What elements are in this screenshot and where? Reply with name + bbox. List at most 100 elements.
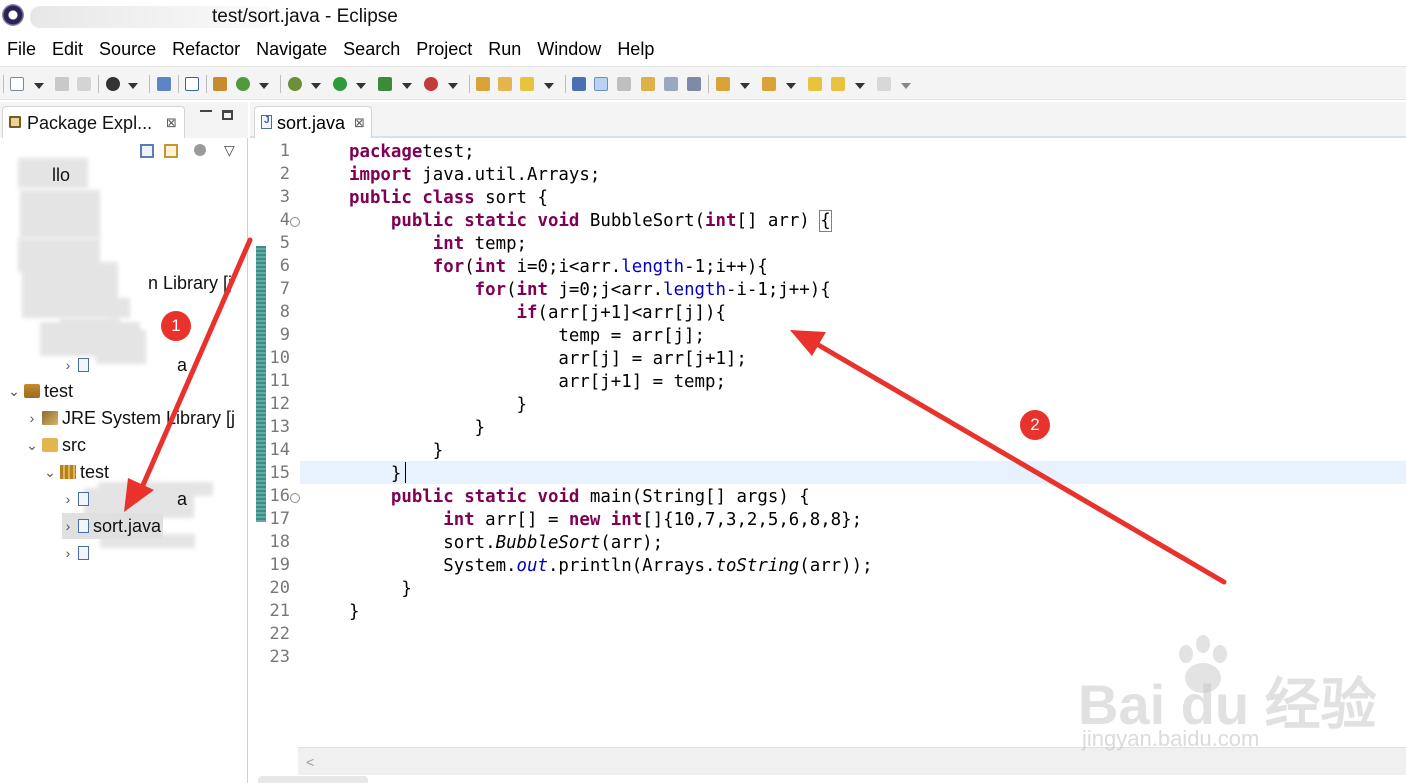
- tree-item[interactable]: ⌄ src: [26, 432, 86, 458]
- debug-icon[interactable]: [288, 77, 302, 91]
- paragraph-icon[interactable]: [687, 77, 701, 91]
- menu-project[interactable]: Project: [408, 36, 480, 62]
- terminal-icon[interactable]: [157, 77, 171, 91]
- tree-item[interactable]: ⌄ test: [8, 378, 73, 404]
- menu-window[interactable]: Window: [529, 36, 609, 62]
- code-line[interactable]: public class sort {: [349, 187, 548, 210]
- code-line[interactable]: int arr[] = new int[]{10,7,3,2,5,6,8,8};: [349, 509, 862, 532]
- code-line[interactable]: }: [349, 578, 411, 601]
- external-tools-dropdown-icon[interactable]: [448, 83, 458, 89]
- new-dropdown-icon[interactable]: [34, 83, 44, 89]
- collapsed-chevron-icon[interactable]: ›: [62, 492, 74, 506]
- code-line[interactable]: public static void BubbleSort(int[] arr)…: [349, 210, 832, 233]
- search-icon[interactable]: [520, 77, 534, 91]
- run-dropdown-icon[interactable]: [356, 83, 366, 89]
- external-tools-icon[interactable]: [424, 77, 438, 91]
- code-line[interactable]: if(arr[j+1]<arr[j]){: [349, 302, 726, 325]
- bottom-panel-tab[interactable]: [258, 776, 368, 783]
- horizontal-scrollbar[interactable]: <: [298, 747, 1406, 775]
- code-line[interactable]: packagetest;: [349, 141, 475, 164]
- code-line[interactable]: arr[j] = arr[j+1];: [349, 348, 746, 371]
- close-icon[interactable]: ⊠: [354, 115, 365, 131]
- fold-toggle-icon[interactable]: [290, 493, 300, 503]
- code-line[interactable]: }: [349, 440, 443, 463]
- code-line[interactable]: public static void main(String[] args) {: [349, 486, 810, 509]
- expanded-chevron-icon[interactable]: ⌄: [44, 465, 56, 479]
- next-annotation-icon[interactable]: [716, 77, 730, 91]
- tree-item[interactable]: ⌄ test: [44, 459, 109, 485]
- open-task-icon[interactable]: [498, 77, 512, 91]
- menu-help[interactable]: Help: [609, 36, 662, 62]
- new-class-dropdown-icon[interactable]: [259, 83, 269, 89]
- new-icon[interactable]: [10, 77, 24, 91]
- code-line[interactable]: import java.util.Arrays;: [349, 164, 600, 187]
- coverage-dropdown-icon[interactable]: [402, 83, 412, 89]
- menu-edit[interactable]: Edit: [44, 36, 91, 62]
- back-dropdown-icon[interactable]: [855, 83, 865, 89]
- tree-item[interactable]: › JRE System Library [j: [26, 405, 235, 431]
- code-line[interactable]: }: [349, 601, 359, 624]
- new-package-icon[interactable]: [213, 77, 227, 91]
- view-menu-icon[interactable]: ▽: [224, 142, 235, 159]
- code-line[interactable]: int temp;: [349, 233, 527, 256]
- tree-item[interactable]: › a: [62, 352, 187, 378]
- code-line[interactable]: sort.BubbleSort(arr);: [349, 532, 663, 555]
- menu-search[interactable]: Search: [335, 36, 408, 62]
- mark-occurrences-icon[interactable]: [594, 77, 608, 91]
- menu-run[interactable]: Run: [480, 36, 529, 62]
- previous-annotation-dropdown-icon[interactable]: [786, 83, 796, 89]
- previous-annotation-icon[interactable]: [762, 77, 776, 91]
- save-all-icon[interactable]: [77, 77, 91, 91]
- link-with-editor-icon[interactable]: [164, 144, 178, 158]
- code-line[interactable]: }: [349, 417, 486, 440]
- code-line[interactable]: }: [349, 463, 401, 486]
- open-type-icon[interactable]: [476, 77, 490, 91]
- expanded-chevron-icon[interactable]: ⌄: [8, 384, 20, 398]
- run-icon[interactable]: [333, 77, 347, 91]
- collapsed-chevron-icon[interactable]: ›: [62, 358, 74, 372]
- close-icon[interactable]: ⊠: [166, 115, 177, 131]
- tree-item[interactable]: › sort.java: [62, 513, 164, 539]
- code-line[interactable]: for(int j=0;j<arr.length-i-1;j++){: [349, 279, 831, 302]
- forward-icon[interactable]: [877, 77, 891, 91]
- tree-item[interactable]: ›: [62, 540, 93, 566]
- collapsed-chevron-icon[interactable]: ›: [62, 519, 74, 533]
- collapsed-chevron-icon[interactable]: ›: [26, 411, 38, 425]
- tab-package-explorer[interactable]: Package Expl... ⊠: [2, 106, 185, 138]
- coverage-icon[interactable]: [378, 77, 392, 91]
- profile-dropdown-icon[interactable]: [128, 83, 138, 89]
- next-annotation-dropdown-icon[interactable]: [740, 83, 750, 89]
- show-whitespace-icon[interactable]: [641, 77, 655, 91]
- code-line[interactable]: arr[j+1] = temp;: [349, 371, 726, 394]
- last-edit-icon[interactable]: [808, 77, 822, 91]
- tree-item[interactable]: › a: [62, 486, 187, 512]
- code-editor[interactable]: packagetest; import java.util.Arrays; publ…: [298, 140, 1406, 747]
- expanded-chevron-icon[interactable]: ⌄: [26, 438, 38, 452]
- search-dropdown-icon[interactable]: [544, 83, 554, 89]
- menu-file[interactable]: File: [0, 36, 44, 62]
- back-icon[interactable]: [831, 77, 845, 91]
- debug-dropdown-icon[interactable]: [311, 83, 321, 89]
- menu-navigate[interactable]: Navigate: [248, 36, 335, 62]
- minimize-icon[interactable]: [200, 110, 212, 113]
- tree-item[interactable]: n Library [j: [148, 270, 232, 296]
- fold-toggle-icon[interactable]: [290, 217, 300, 227]
- toggle-breadcrumb-icon[interactable]: [572, 77, 586, 91]
- skip-breakpoints-icon[interactable]: [185, 77, 199, 91]
- code-line[interactable]: for(int i=0;i<arr.length-1;i++){: [349, 256, 768, 279]
- forward-dropdown-icon[interactable]: [901, 83, 911, 89]
- menu-source[interactable]: Source: [91, 36, 164, 62]
- scroll-left-icon[interactable]: <: [306, 754, 314, 770]
- maximize-icon[interactable]: [222, 110, 233, 120]
- collapsed-chevron-icon[interactable]: ›: [62, 546, 74, 560]
- code-line[interactable]: }: [349, 394, 527, 417]
- block-selection-icon[interactable]: [617, 77, 631, 91]
- code-line[interactable]: System.out.println(Arrays.toString(arr))…: [349, 555, 872, 578]
- new-class-icon[interactable]: [236, 77, 250, 91]
- code-line[interactable]: temp = arr[j];: [349, 325, 705, 348]
- tab-sort-java[interactable]: sort.java ⊠: [254, 106, 372, 138]
- word-wrap-icon[interactable]: [664, 77, 678, 91]
- focus-icon[interactable]: [194, 144, 206, 156]
- menu-refactor[interactable]: Refactor: [164, 36, 248, 62]
- profile-icon[interactable]: [106, 77, 120, 91]
